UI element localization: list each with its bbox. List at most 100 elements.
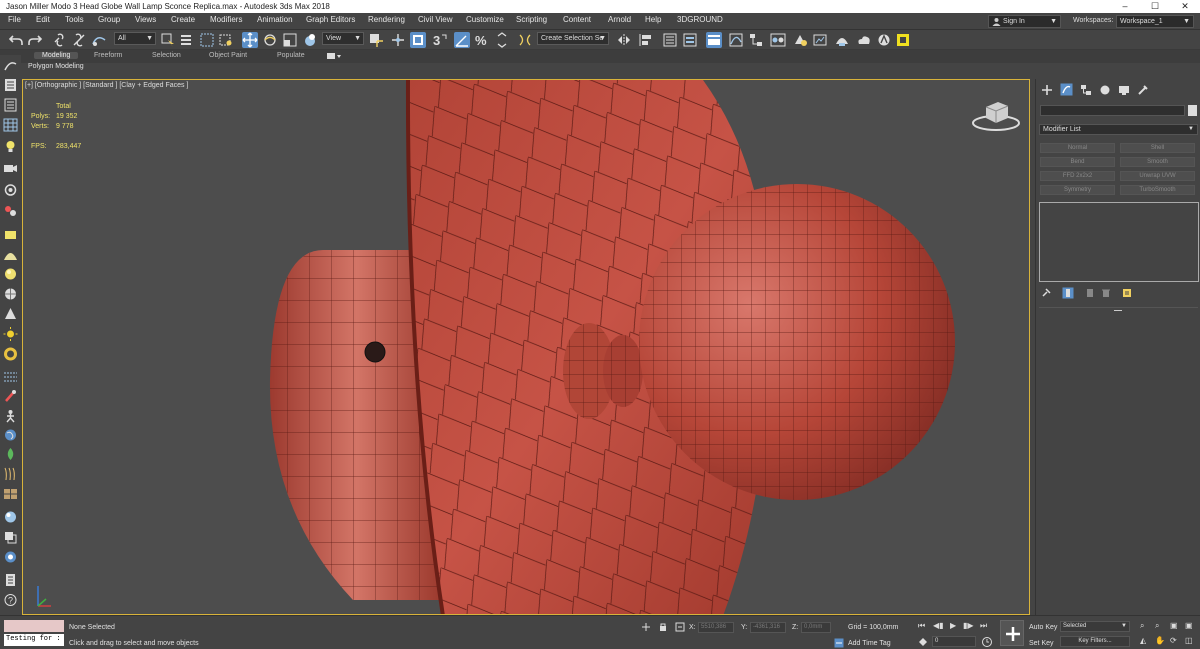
set-key-button[interactable] xyxy=(1000,620,1024,646)
panel-resize-handle[interactable] xyxy=(1114,310,1122,311)
key-mode-dropdown[interactable]: Selected ▼ xyxy=(1060,621,1130,632)
paint-brush-icon[interactable] xyxy=(3,389,18,403)
reference-coordinate-dropdown[interactable]: View ▼ xyxy=(322,32,364,45)
systems-icon[interactable] xyxy=(3,204,18,218)
display-tab-icon[interactable] xyxy=(1118,84,1130,96)
material-editor-icon[interactable] xyxy=(770,32,786,48)
ribbon-options-icon[interactable] xyxy=(326,52,342,61)
maximize-viewport-icon[interactable]: ◫ xyxy=(1185,636,1193,645)
x-coordinate-field[interactable]: 5510,386 xyxy=(698,622,734,633)
menu-file[interactable]: File xyxy=(8,15,21,24)
select-manipulate-icon[interactable] xyxy=(390,32,406,48)
viewcube-icon[interactable] xyxy=(970,97,1022,133)
selection-filter-dropdown[interactable]: All ▼ xyxy=(114,32,156,45)
modifier-symmetry-button[interactable]: Symmetry xyxy=(1040,185,1115,195)
menu-group[interactable]: Group xyxy=(98,15,120,24)
table-panel-icon[interactable] xyxy=(3,118,18,132)
undo-icon[interactable] xyxy=(8,32,24,48)
menu-rendering[interactable]: Rendering xyxy=(368,15,405,24)
object-color-swatch[interactable] xyxy=(1188,105,1197,116)
zoom-all-icon[interactable]: ⌕ xyxy=(1155,621,1159,631)
viewport-orthographic[interactable]: [+] [Orthographic ] [Standard ] [Clay + … xyxy=(22,79,1030,615)
configure-modifier-sets-icon[interactable] xyxy=(1122,288,1132,298)
ribbon-panel-label[interactable]: Polygon Modeling xyxy=(28,63,228,75)
motion-tab-icon[interactable] xyxy=(1099,84,1111,96)
isolate-selection-icon[interactable] xyxy=(641,622,651,632)
signin-dropdown[interactable]: Sign In ▼ xyxy=(988,15,1061,28)
previous-frame-icon[interactable]: ◀▮ xyxy=(933,621,944,630)
pyramid-primitive-icon[interactable] xyxy=(3,307,18,321)
edit-named-selection-icon[interactable] xyxy=(517,32,533,48)
zoom-extents-all-icon[interactable]: ▣ xyxy=(1185,621,1193,630)
modifier-normal-button[interactable]: Normal xyxy=(1040,143,1115,153)
menu-modifiers[interactable]: Modifiers xyxy=(210,15,242,24)
tab-selection[interactable]: Selection xyxy=(152,52,181,59)
tab-populate[interactable]: Populate xyxy=(277,52,305,59)
modifier-ffd-button[interactable]: FFD 2x2x2 xyxy=(1040,171,1115,181)
globe-icon[interactable] xyxy=(3,428,18,442)
list-panel-icon[interactable] xyxy=(3,98,18,112)
make-unique-icon[interactable] xyxy=(1085,288,1095,298)
hair-fur-icon[interactable] xyxy=(3,467,18,481)
named-selection-dropdown[interactable]: Create Selection Se ▼ xyxy=(537,32,609,45)
plugin-icon[interactable] xyxy=(895,32,911,48)
menu-create[interactable]: Create xyxy=(171,15,195,24)
geosphere-icon[interactable] xyxy=(3,287,18,301)
set-key-label[interactable]: Set Key xyxy=(1029,640,1054,647)
toggle-ribbon-icon[interactable] xyxy=(706,32,722,48)
help-icon[interactable]: ? xyxy=(3,593,18,607)
create-panel-icon[interactable] xyxy=(3,58,18,72)
biped-icon[interactable] xyxy=(3,409,18,423)
cone-primitive-icon[interactable] xyxy=(3,248,18,262)
select-and-scale-icon[interactable] xyxy=(282,32,298,48)
absolute-mode-icon[interactable] xyxy=(675,622,685,632)
foliage-icon[interactable] xyxy=(3,447,18,461)
rendered-frame-window-icon[interactable] xyxy=(812,32,828,48)
modifier-turbosmooth-button[interactable]: TurboSmooth xyxy=(1120,185,1195,195)
menu-edit[interactable]: Edit xyxy=(36,15,50,24)
render-in-cloud-icon[interactable] xyxy=(856,32,872,48)
toggle-scene-explorer-icon[interactable] xyxy=(662,32,678,48)
window-crossing-icon[interactable] xyxy=(218,32,234,48)
maxscript-listener-pink[interactable] xyxy=(4,620,64,632)
z-coordinate-field[interactable]: 0,0mm xyxy=(801,622,831,633)
link-icon[interactable] xyxy=(52,32,68,48)
tab-modeling[interactable]: Modeling xyxy=(34,52,79,59)
modify-tab-icon[interactable] xyxy=(1060,83,1073,96)
key-filters-button[interactable]: Key Filters... xyxy=(1060,636,1130,647)
hierarchy-tab-icon[interactable] xyxy=(1080,84,1092,96)
create-tab-icon[interactable] xyxy=(1041,84,1053,96)
sun-light-icon[interactable] xyxy=(3,327,18,341)
menu-content[interactable]: Content xyxy=(563,15,591,24)
render-sphere-icon[interactable] xyxy=(3,510,18,524)
select-by-name-icon[interactable] xyxy=(179,32,195,48)
time-configuration-icon[interactable] xyxy=(981,636,993,648)
light-bulb-icon[interactable] xyxy=(3,139,18,153)
placement-icon[interactable] xyxy=(302,32,318,48)
curve-editor-icon[interactable] xyxy=(728,32,744,48)
box-primitive-icon[interactable] xyxy=(3,228,18,242)
y-coordinate-field[interactable]: -4361,316 xyxy=(750,622,786,633)
current-frame-field[interactable]: 0 xyxy=(932,636,976,647)
toggle-layer-explorer-icon[interactable] xyxy=(682,32,698,48)
lamp-model-render[interactable] xyxy=(23,80,1030,615)
maxscript-mini-listener[interactable]: Testing for : xyxy=(4,634,64,646)
maximize-button[interactable]: ☐ xyxy=(1140,0,1170,13)
menu-scripting[interactable]: Scripting xyxy=(516,15,547,24)
modifier-smooth-button[interactable]: Smooth xyxy=(1120,157,1195,167)
menu-customize[interactable]: Customize xyxy=(466,15,504,24)
bind-space-warp-icon[interactable] xyxy=(91,32,107,48)
helper-icon[interactable] xyxy=(3,183,18,197)
viewport-label[interactable]: [+] [Orthographic ] [Standard ] [Clay + … xyxy=(25,82,188,89)
go-to-start-icon[interactable]: ⏮ xyxy=(918,621,925,631)
render-production-icon[interactable] xyxy=(834,32,850,48)
menu-help[interactable]: Help xyxy=(645,15,661,24)
snaps-toggle-icon[interactable]: 3 xyxy=(432,32,448,48)
key-mode-icon[interactable] xyxy=(918,637,928,647)
arch-material-icon[interactable] xyxy=(3,487,18,501)
torus-primitive-icon[interactable] xyxy=(3,347,18,361)
rectangular-selection-icon[interactable] xyxy=(199,32,215,48)
modifier-shell-button[interactable]: Shell xyxy=(1120,143,1195,153)
select-object-icon[interactable] xyxy=(160,32,176,48)
remove-modifier-icon[interactable] xyxy=(1101,288,1111,298)
